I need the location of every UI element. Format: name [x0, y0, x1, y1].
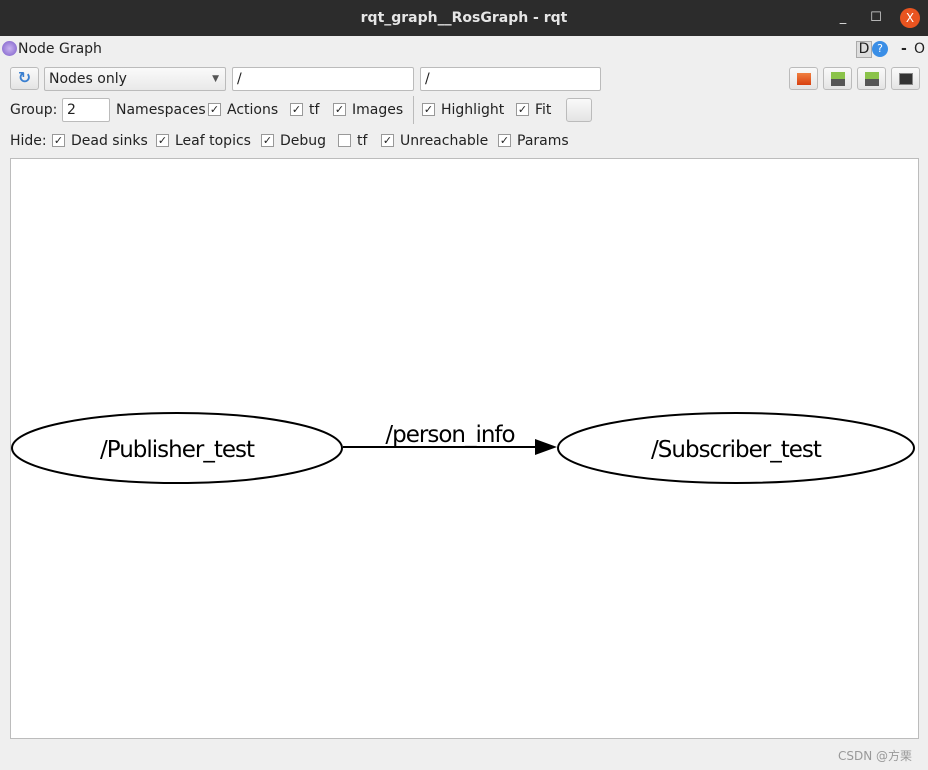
params-label: Params: [517, 133, 569, 149]
highlight-label: Highlight: [441, 102, 505, 118]
save-dot-button[interactable]: [823, 67, 852, 90]
edge-label: /person_info: [385, 422, 514, 448]
namespaces-label: Namespaces: [116, 102, 206, 118]
dead-sinks-label: Dead sinks: [71, 133, 148, 149]
fit-label: Fit: [535, 102, 552, 118]
arrowhead-icon: [535, 439, 557, 455]
close-plugin-button[interactable]: O: [914, 41, 925, 57]
dock-button[interactable]: D: [856, 41, 872, 58]
debug-label: Debug: [280, 133, 327, 149]
watermark: CSDN @方栗: [837, 749, 912, 763]
leaf-topics-label: Leaf topics: [175, 133, 251, 149]
graph-canvas[interactable]: /Publisher_test /Subscriber_test /person…: [10, 158, 919, 739]
refresh-button[interactable]: ↻: [10, 67, 39, 90]
leaf-topics-checkbox[interactable]: ✓: [156, 134, 169, 147]
group-spinbox[interactable]: 2: [62, 98, 110, 122]
tf-label: tf: [309, 102, 320, 118]
tf-checkbox[interactable]: ✓: [290, 103, 303, 116]
unreachable-checkbox[interactable]: ✓: [381, 134, 394, 147]
separator: [413, 96, 414, 124]
minimize-button[interactable]: _: [833, 8, 853, 28]
save-icon: [831, 72, 845, 86]
actions-checkbox[interactable]: ✓: [208, 103, 221, 116]
graph-mode-select[interactable]: Nodes only ▼: [44, 67, 226, 91]
chevron-down-icon: ▼: [212, 74, 219, 84]
highlight-checkbox[interactable]: ✓: [422, 103, 435, 116]
params-checkbox[interactable]: ✓: [498, 134, 511, 147]
group-label: Group:: [10, 102, 58, 118]
node-graph-icon: [2, 41, 17, 56]
fit-checkbox[interactable]: ✓: [516, 103, 529, 116]
folder-icon: [797, 73, 811, 85]
close-button[interactable]: X: [900, 8, 920, 28]
images-label: Images: [352, 102, 404, 118]
images-checkbox[interactable]: ✓: [333, 103, 346, 116]
node-label-subscriber: /Subscriber_test: [651, 437, 822, 463]
topic-filter-input[interactable]: /: [420, 67, 601, 91]
window-title: rqt_graph__RosGraph - rqt: [360, 10, 568, 26]
hide-tf-checkbox[interactable]: [338, 134, 351, 147]
hide-label: Hide:: [10, 133, 47, 149]
plugin-title: Node Graph: [18, 41, 102, 57]
maximize-button[interactable]: ☐: [866, 8, 886, 28]
save-icon: [865, 72, 879, 86]
node-label-publisher: /Publisher_test: [100, 437, 255, 463]
screenshot-icon: [899, 73, 913, 85]
load-dot-button[interactable]: [789, 67, 818, 90]
minimize-plugin-button[interactable]: -: [901, 41, 907, 57]
graph-mode-value: Nodes only: [49, 71, 127, 87]
refresh-icon: ↻: [17, 68, 32, 87]
debug-checkbox[interactable]: ✓: [261, 134, 274, 147]
dead-sinks-checkbox[interactable]: ✓: [52, 134, 65, 147]
hide-tf-label: tf: [357, 133, 368, 149]
help-icon[interactable]: ?: [872, 41, 888, 57]
window-titlebar: rqt_graph__RosGraph - rqt: [0, 0, 928, 36]
fit-in-view-button[interactable]: [566, 98, 592, 122]
node-filter-input[interactable]: /: [232, 67, 414, 91]
unreachable-label: Unreachable: [400, 133, 489, 149]
save-image-button[interactable]: [891, 67, 920, 90]
save-svg-button[interactable]: [857, 67, 886, 90]
actions-label: Actions: [227, 102, 279, 118]
